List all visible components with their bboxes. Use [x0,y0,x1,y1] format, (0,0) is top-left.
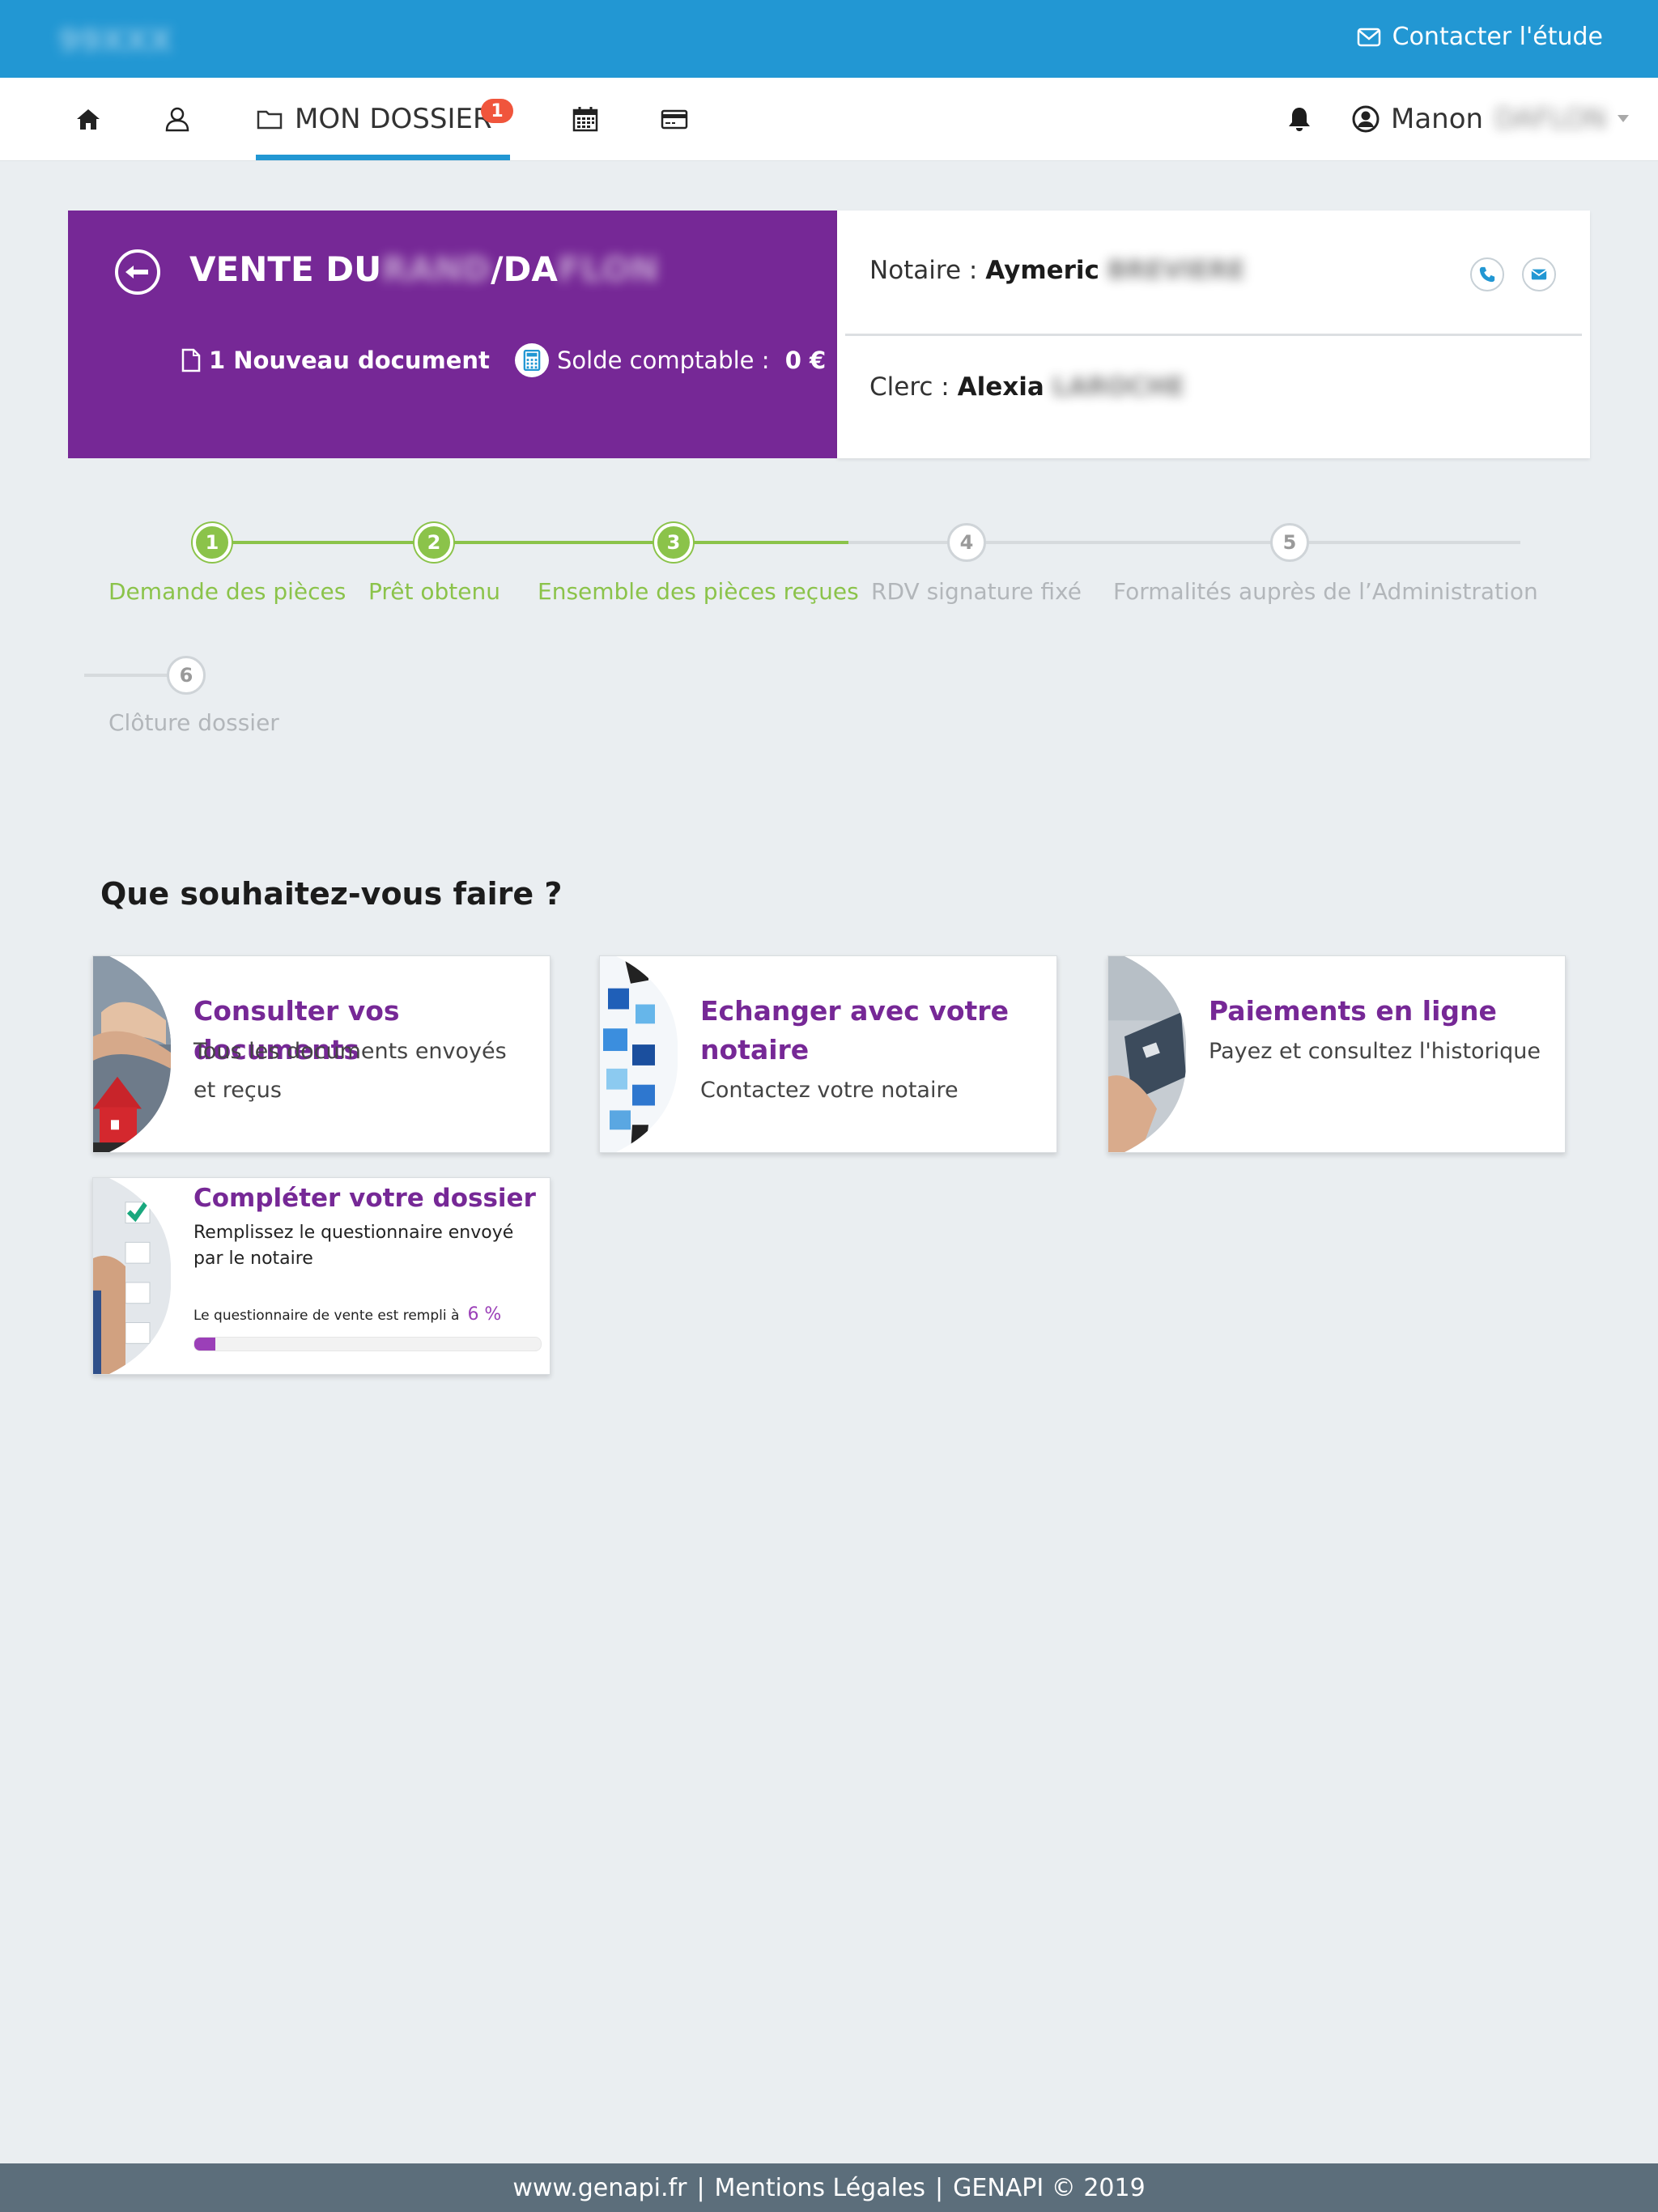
nav-profile[interactable] [164,78,191,160]
nav-calendar[interactable] [572,78,599,160]
top-bar: 99XXX Contacter l'étude [0,0,1658,78]
divider [845,334,1582,336]
questionnaire-progress-label: Le questionnaire de vente est rempli à 6… [193,1304,501,1325]
main-nav: MON DOSSIER 1 Manon DAFLON [0,78,1658,161]
dossier-title-name-1: RAND [381,249,491,289]
account-balance: Solde comptable : 0 € [515,343,826,377]
footer-legal-link[interactable]: Mentions Légales [715,2174,925,2202]
notifications-button[interactable] [1286,78,1313,160]
step-3-circle: 3 [654,523,693,562]
calendar-icon [572,107,598,132]
calculator-icon [515,343,549,377]
folder-icon [257,110,283,130]
arrow-left-icon [125,266,148,279]
step-6-circle: 6 [167,656,206,695]
balance-label: Solde comptable : [557,347,777,374]
dossier-title-name-2: FLON [557,249,659,289]
credit-card-icon [661,109,688,130]
questionnaire-progress-text: Le questionnaire de vente est rempli à [193,1308,460,1324]
dossier-title: VENTE DURAND/DAFLON [189,249,659,289]
balance-value: 0 € [784,347,827,374]
step-3-label: Ensemble des pièces reçues [538,578,859,605]
step-2-label: Prêt obtenu [368,578,500,605]
study-name: 99XXX [58,23,172,58]
step-2-circle: 2 [414,523,453,562]
footer: www.genapi.fr | Mentions Légales | GENAP… [0,2163,1658,2212]
envelope-icon [1357,28,1380,46]
step-4-label: RDV signature fixé [871,578,1082,605]
new-document-label: 1 Nouveau document [209,347,490,374]
card-complete-dossier-title: Compléter votre dossier [193,1184,536,1213]
card-consult-documents-desc: Tous les documents envoyés et reçus [193,1039,507,1103]
notary-first-name: Aymeric [985,256,1099,285]
card-exchange-notary-title: Echanger avec votre notaire [700,995,1009,1066]
active-tab-indicator [256,155,510,160]
user-last-name: DAFLON [1494,103,1607,135]
notary-label: Notaire : [869,256,986,285]
credit-card-payment-image [1108,956,1186,1152]
footer-site-link[interactable]: www.genapi.fr [512,2174,687,2202]
dossier-contacts: Notaire : Aymeric BREVIERE Clerc : Alexi… [837,211,1590,458]
call-notary-button[interactable] [1470,257,1504,291]
card-complete-dossier-desc: Remplissez le questionnaire envoyé par l… [193,1223,514,1269]
nav-my-dossier[interactable]: MON DOSSIER 1 [256,78,513,160]
questionnaire-progress-bar [193,1337,542,1351]
card-exchange-notary-desc: Contactez votre notaire [700,1078,959,1103]
card-complete-dossier[interactable]: Compléter votre dossier Remplissez le qu… [92,1177,551,1375]
notary-last-name: BREVIERE [1107,256,1246,285]
clerk-first-name: Alexia [957,372,1044,402]
footer-separator: | [935,2173,944,2202]
notary-row: Notaire : Aymeric BREVIERE [869,256,1245,285]
card-consult-documents[interactable]: Consulter vos documents Tous les documen… [92,955,551,1153]
card-online-payments-desc: Payez et consultez l'historique [1209,1039,1541,1064]
chevron-down-icon [1618,115,1630,122]
contact-study-label: Contacter l'étude [1392,23,1603,51]
card-online-payments[interactable]: Paiements en ligne Payez et consultez l'… [1107,955,1566,1153]
clerk-row: Clerc : Alexia LAROCHE [869,372,1184,402]
document-icon [181,348,201,372]
notification-badge: 1 [481,99,513,123]
home-icon [77,109,100,130]
bell-icon [1289,108,1310,131]
user-first-name: Manon [1391,103,1484,135]
step-1-label: Demande des pièces [108,578,346,605]
step-1-circle: 1 [193,523,232,562]
footer-copyright: GENAPI © 2019 [953,2173,1146,2202]
puzzle-image [600,956,678,1152]
user-circle-icon [1352,105,1380,133]
step-line-done [212,541,848,544]
questionnaire-progress-percent: 6 % [467,1304,502,1325]
step-6-label: Clôture dossier [108,709,279,736]
card-exchange-notary[interactable]: Echanger avec votre notaire Contactez vo… [599,955,1057,1153]
footer-separator: | [696,2173,705,2202]
new-document-link[interactable]: 1 Nouveau document [181,347,490,374]
checklist-image [93,1178,171,1374]
step-5-label: Formalités auprès de l’Administration [1113,578,1538,605]
back-button[interactable] [115,249,160,295]
step-5-circle: 5 [1270,523,1309,562]
card-online-payments-title: Paiements en ligne [1209,995,1497,1027]
handshake-house-image [93,956,171,1152]
dossier-header: VENTE DURAND/DAFLON 1 Nouveau document S… [68,211,837,458]
clerk-label: Clerc : [869,372,958,402]
user-menu[interactable]: Manon DAFLON [1352,78,1630,160]
actions-title: Que souhaitez-vous faire ? [100,876,563,912]
questionnaire-progress-fill [194,1338,215,1351]
step-4-circle: 4 [947,523,986,562]
phone-icon [1479,266,1495,283]
dossier-title-mid: /DA [491,249,558,289]
email-notary-button[interactable] [1522,257,1556,291]
nav-my-dossier-label: MON DOSSIER [295,103,492,135]
nav-payments[interactable] [661,78,688,160]
nav-home[interactable] [74,78,102,160]
user-icon [165,107,189,132]
clerk-last-name: LAROCHE [1052,372,1185,402]
envelope-icon [1531,269,1547,280]
contact-study-link[interactable]: Contacter l'étude [1357,23,1603,51]
dossier-title-prefix: VENTE DU [189,249,382,289]
